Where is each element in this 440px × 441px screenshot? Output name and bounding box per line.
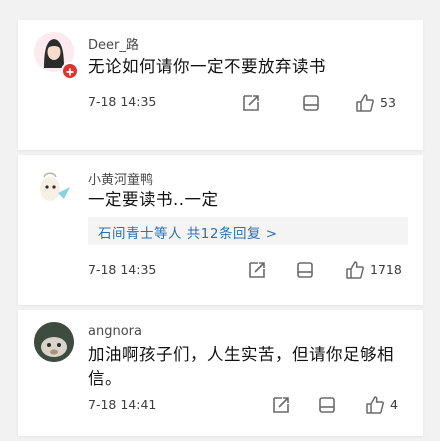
replies-preview[interactable]: 石间青士等人 共12条回复 > <box>88 217 408 245</box>
comment-card: angnora 加油啊孩子们，人生实苦，但请你足够相 信。 7-18 14:41… <box>18 310 423 436</box>
comment-icon[interactable] <box>316 394 338 416</box>
comment-icon[interactable] <box>300 92 322 114</box>
view-replies-link[interactable]: 石间青士等人 共12条回复 > <box>98 222 278 242</box>
share-icon[interactable] <box>270 394 292 416</box>
comment-timestamp: 7-18 14:41 <box>88 397 157 412</box>
comment-username[interactable]: angnora <box>88 324 142 339</box>
like-count: 1718 <box>370 262 402 277</box>
thumbs-up-icon[interactable] <box>364 394 386 416</box>
share-icon[interactable] <box>240 92 262 114</box>
comment-timestamp: 7-18 14:35 <box>88 94 157 109</box>
like-count: 53 <box>380 95 396 110</box>
comment-text-line: 信。 <box>88 369 122 388</box>
comment-username[interactable]: 小黄河童鸭 <box>88 169 153 188</box>
share-icon[interactable] <box>246 259 268 281</box>
comment-username[interactable]: Deer_路 <box>88 34 139 53</box>
comment-icon[interactable] <box>294 259 316 281</box>
avatar[interactable] <box>34 167 74 207</box>
like-count: 4 <box>390 397 398 412</box>
avatar[interactable] <box>34 322 74 362</box>
comment-text: 无论如何请你一定不要放弃读书 <box>88 57 326 76</box>
comment-timestamp: 7-18 14:35 <box>88 262 157 277</box>
comment-text-line: 加油啊孩子们，人生实苦，但请你足够相 <box>88 345 394 364</box>
comment-card: Deer_路 无论如何请你一定不要放弃读书 7-18 14:35 53 <box>18 20 423 150</box>
thumbs-up-icon[interactable] <box>344 259 366 281</box>
comment-text: 一定要读书..一定 <box>88 190 219 209</box>
comment-card: 小黄河童鸭 一定要读书..一定 石间青士等人 共12条回复 > 7-18 14:… <box>18 155 423 305</box>
thumbs-up-icon[interactable] <box>354 92 376 114</box>
add-badge-icon <box>61 62 79 80</box>
